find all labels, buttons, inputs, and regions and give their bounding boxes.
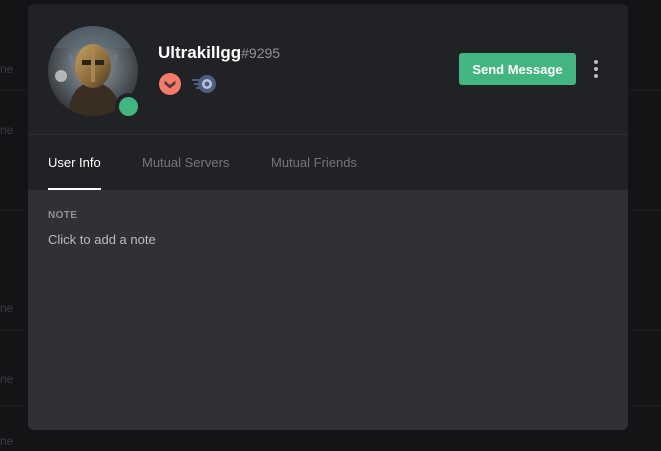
more-options-icon[interactable] [588, 56, 604, 82]
discriminator-text: #9295 [241, 45, 281, 61]
tab-user-info[interactable]: User Info [48, 135, 101, 190]
background-text: ne [0, 372, 14, 386]
username-text: Ultrakillgg [158, 43, 242, 62]
active-tab-indicator [48, 188, 101, 190]
hypesquad-brilliance-badge-icon[interactable] [158, 72, 182, 96]
more-dot [594, 74, 598, 78]
tab-label: Mutual Servers [142, 155, 230, 170]
profile-header: Ultrakillgg#9295 Send Message User Info … [28, 4, 628, 190]
background-text: ne [0, 62, 14, 76]
tab-label: User Info [48, 155, 101, 170]
profile-username: Ultrakillgg#9295 [158, 43, 280, 63]
user-profile-modal: Ultrakillgg#9295 Send Message User Info … [28, 4, 628, 430]
more-dot [594, 60, 598, 64]
background-text: ne [0, 123, 14, 137]
note-input[interactable]: Click to add a note [48, 232, 608, 252]
tab-label: Mutual Friends [271, 155, 357, 170]
background-text: ne [0, 301, 14, 315]
more-dot [594, 67, 598, 71]
online-status-icon [115, 93, 142, 120]
note-label: NOTE [48, 210, 78, 221]
avatar[interactable] [48, 26, 142, 120]
tab-mutual-friends[interactable]: Mutual Friends [271, 135, 357, 190]
tab-mutual-servers[interactable]: Mutual Servers [142, 135, 229, 190]
nitro-badge-icon[interactable] [190, 72, 218, 96]
background-text: ne [0, 434, 14, 448]
send-message-button[interactable]: Send Message [459, 53, 576, 85]
